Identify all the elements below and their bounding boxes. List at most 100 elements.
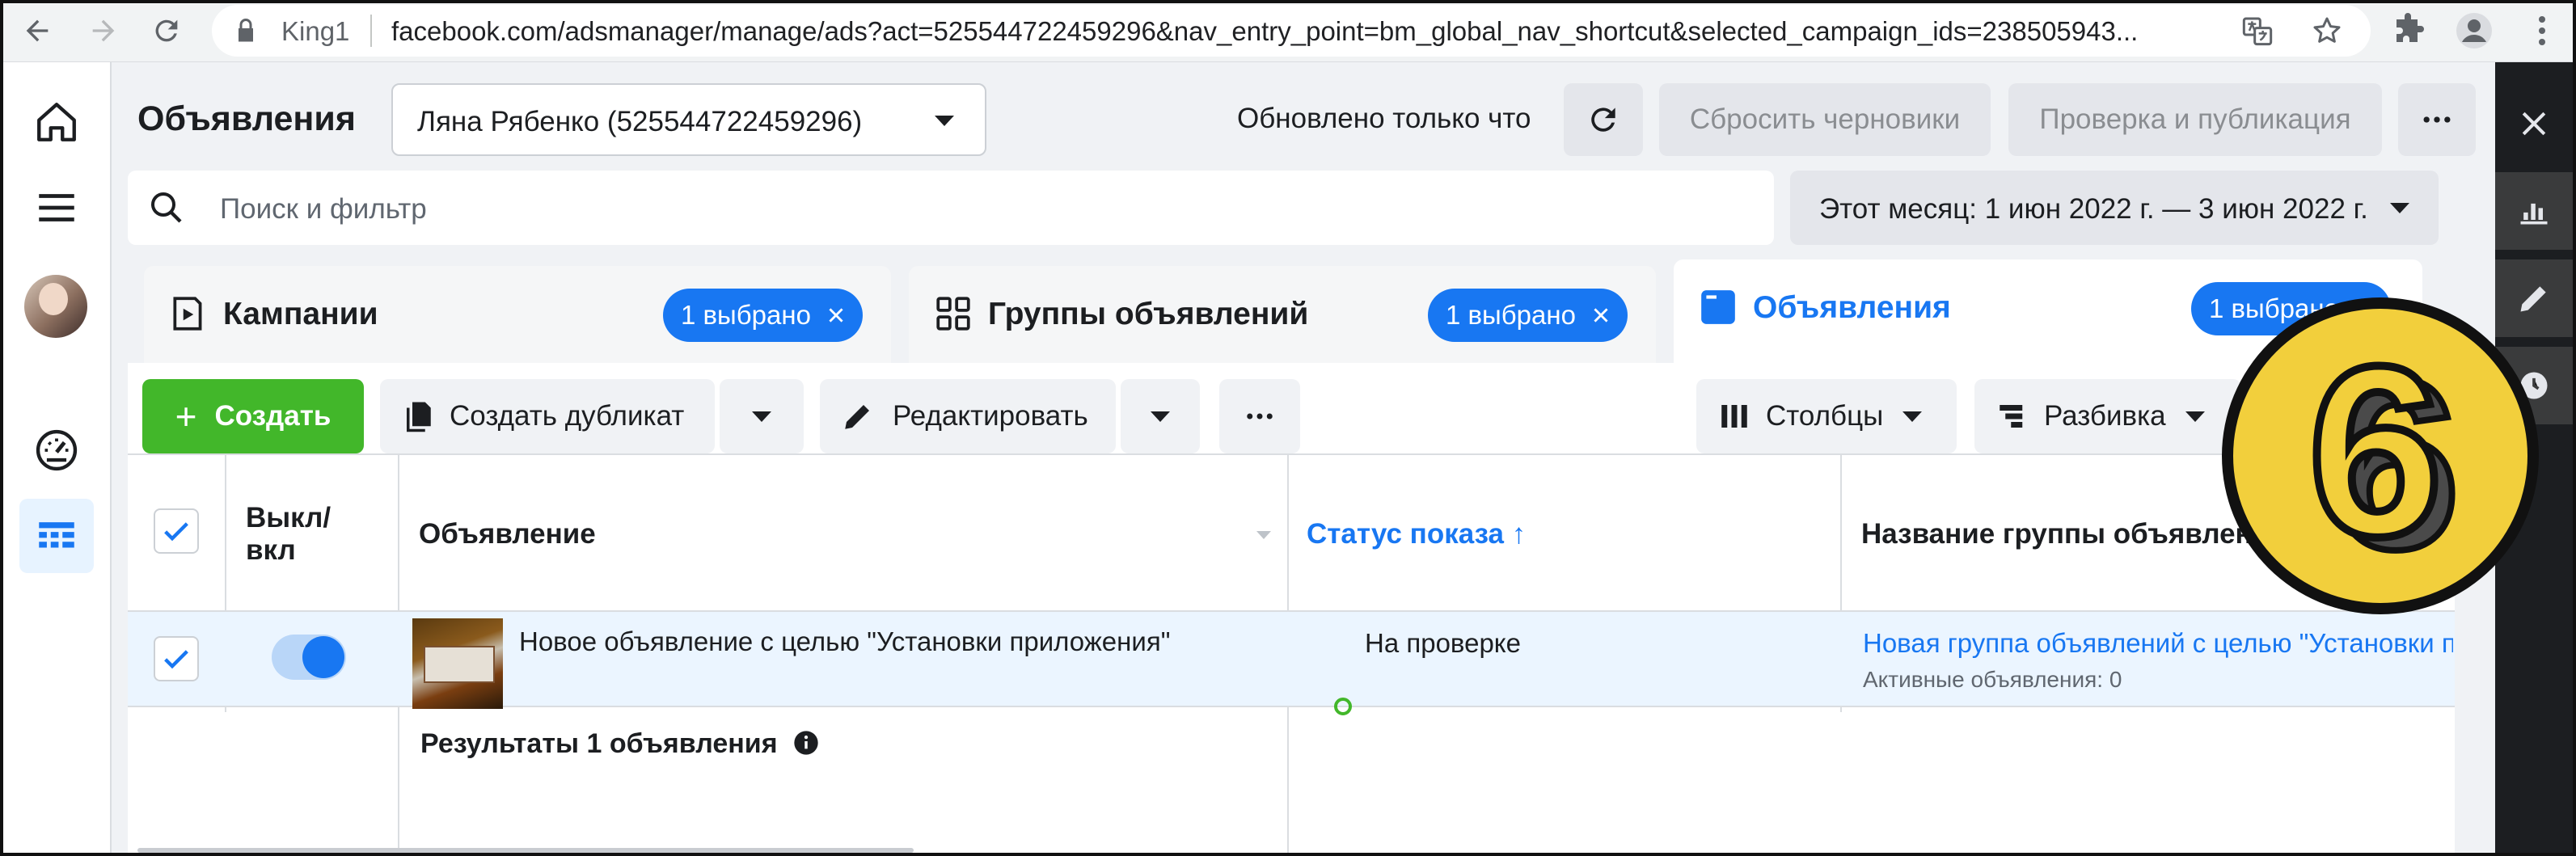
check-icon (164, 650, 188, 669)
chevron-down-icon (935, 116, 954, 126)
search-icon (151, 192, 182, 223)
refresh-button[interactable] (1564, 83, 1643, 156)
status-dot-icon (1334, 698, 1352, 715)
arrow-right-icon (92, 19, 115, 42)
info-icon[interactable] (793, 730, 819, 756)
divider (370, 15, 372, 47)
duplicate-dropdown[interactable] (720, 379, 804, 453)
horizontal-scrollbar[interactable] (137, 848, 914, 853)
ad-icon (1701, 290, 1735, 324)
chevron-down-icon (2390, 203, 2409, 213)
badge-text: 1 выбрано (1446, 300, 1576, 330)
adset-link[interactable]: Новая группа объявлений с целью "Установ… (1863, 628, 2453, 659)
puzzle-icon[interactable] (2390, 11, 2429, 50)
forward-button[interactable] (79, 6, 128, 55)
selected-badge[interactable]: 1 выбрано (1428, 289, 1628, 342)
plus-icon: + (175, 395, 197, 437)
breakdown-label: Разбивка (2044, 400, 2166, 432)
avatar[interactable] (24, 275, 87, 338)
close-panel-button[interactable] (2495, 85, 2573, 162)
arrow-left-icon (26, 19, 49, 42)
columns-icon (1721, 405, 1747, 428)
left-nav-rail (3, 62, 112, 853)
date-range-select[interactable]: Этот месяц: 1 июн 2022 г. — 3 июн 2022 г… (1790, 171, 2439, 245)
results-summary-label: Результаты 1 объявления (420, 728, 778, 759)
menu-button[interactable] (19, 171, 94, 245)
ads-manager-button[interactable] (19, 499, 94, 573)
ad-thumbnail[interactable] (412, 618, 503, 709)
tab-campaigns[interactable]: Кампании 1 выбрано (144, 266, 891, 363)
account-select[interactable]: Ляна Рябенко (525544722459296) (391, 83, 986, 156)
profile-icon[interactable] (2455, 11, 2494, 50)
more-horizontal-icon (2423, 116, 2451, 123)
gauge-icon (36, 429, 78, 471)
ad-name[interactable]: Новое объявление с целью "Установки прил… (519, 626, 1170, 657)
lock-icon (239, 19, 253, 42)
back-button[interactable] (13, 6, 61, 55)
tab-label: Объявления (1753, 290, 1951, 325)
star-icon[interactable] (2311, 15, 2343, 47)
breakdown-button[interactable]: Разбивка (1974, 379, 2241, 453)
breakdown-icon (2000, 405, 2023, 428)
chevron-down-icon (2185, 411, 2205, 422)
url-text[interactable]: facebook.com/adsmanager/manage/ads?act=5… (391, 16, 2170, 47)
row-checkbox[interactable] (154, 636, 199, 681)
ad-toggle[interactable] (272, 635, 346, 680)
updated-status: Обновлено только что (1237, 103, 1531, 134)
translate-icon[interactable] (2241, 15, 2274, 47)
columns-button[interactable]: Столбцы (1696, 379, 1957, 453)
column-header-delivery[interactable]: Статус показа ↑ (1307, 518, 1526, 550)
grid-icon (936, 297, 970, 331)
chevron-down-icon (1902, 411, 1923, 422)
chevron-down-icon (752, 411, 771, 422)
more-actions-button[interactable] (1219, 379, 1300, 453)
adset-active-ads: Активные объявления: 0 (1863, 667, 2122, 692)
close-icon[interactable] (826, 305, 847, 326)
search-placeholder: Поиск и фильтр (220, 193, 427, 225)
account-name: Ляна Рябенко (525544722459296) (417, 106, 863, 137)
chevron-down-icon (1151, 411, 1170, 422)
edit-label: Редактировать (893, 400, 1088, 432)
column-header-toggle[interactable]: Выкл/ вкл (246, 502, 367, 567)
table-icon (39, 522, 74, 548)
close-icon (2522, 112, 2546, 136)
search-filter[interactable]: Поиск и фильтр (128, 171, 1774, 245)
select-all-checkbox[interactable] (154, 508, 199, 554)
sort-caret-icon[interactable] (1256, 531, 1271, 539)
dashboard-button[interactable] (19, 413, 94, 487)
more-horizontal-icon (1247, 413, 1273, 420)
column-header-ad[interactable]: Объявление (419, 518, 596, 550)
create-button[interactable]: + Создать (142, 379, 364, 453)
duplicate-button[interactable]: Создать дубликат (380, 379, 715, 453)
page-title: Объявления (137, 99, 356, 138)
home-icon (37, 103, 76, 141)
charts-button[interactable] (2495, 172, 2573, 250)
reload-icon (155, 19, 178, 42)
badge-number: 6 (2308, 315, 2443, 587)
reload-button[interactable] (142, 6, 191, 55)
ads-manager-main: Объявления Ляна Рябенко (525544722459296… (112, 62, 2495, 854)
more-button[interactable] (2398, 83, 2476, 156)
selected-badge[interactable]: 1 выбрано (663, 289, 863, 342)
tab-label: Группы объявлений (988, 297, 1309, 331)
badge-text: 1 выбрано (681, 300, 811, 330)
edit-dropdown[interactable] (1121, 379, 1200, 453)
hamburger-icon (39, 194, 74, 221)
discard-drafts-button[interactable]: Сбросить черновики (1659, 83, 1991, 156)
close-icon[interactable] (1590, 305, 1611, 326)
address-bar[interactable]: King1 facebook.com/adsmanager/manage/ads… (212, 5, 2371, 57)
duplicate-icon (407, 402, 431, 432)
results-summary: Результаты 1 объявления (420, 728, 819, 760)
tab-label: Кампании (223, 297, 378, 331)
home-button[interactable] (19, 85, 94, 159)
review-publish-button[interactable]: Проверка и публикация (2008, 83, 2382, 156)
site-name: King1 (281, 16, 350, 46)
edit-button[interactable]: Редактировать (820, 379, 1116, 453)
date-range-label: Этот месяц: 1 июн 2022 г. — 3 июн 2022 г… (1819, 193, 2368, 225)
ads-table: Выкл/ вкл Объявление Статус показа ↑ Наз… (128, 453, 2455, 854)
browser-toolbar: King1 facebook.com/adsmanager/manage/ads… (0, 0, 2576, 62)
duplicate-label: Создать дубликат (450, 400, 685, 432)
campaign-flag-icon (173, 297, 202, 331)
kebab-menu-icon[interactable] (2523, 11, 2561, 50)
tab-adsets[interactable]: Группы объявлений 1 выбрано (909, 266, 1656, 363)
